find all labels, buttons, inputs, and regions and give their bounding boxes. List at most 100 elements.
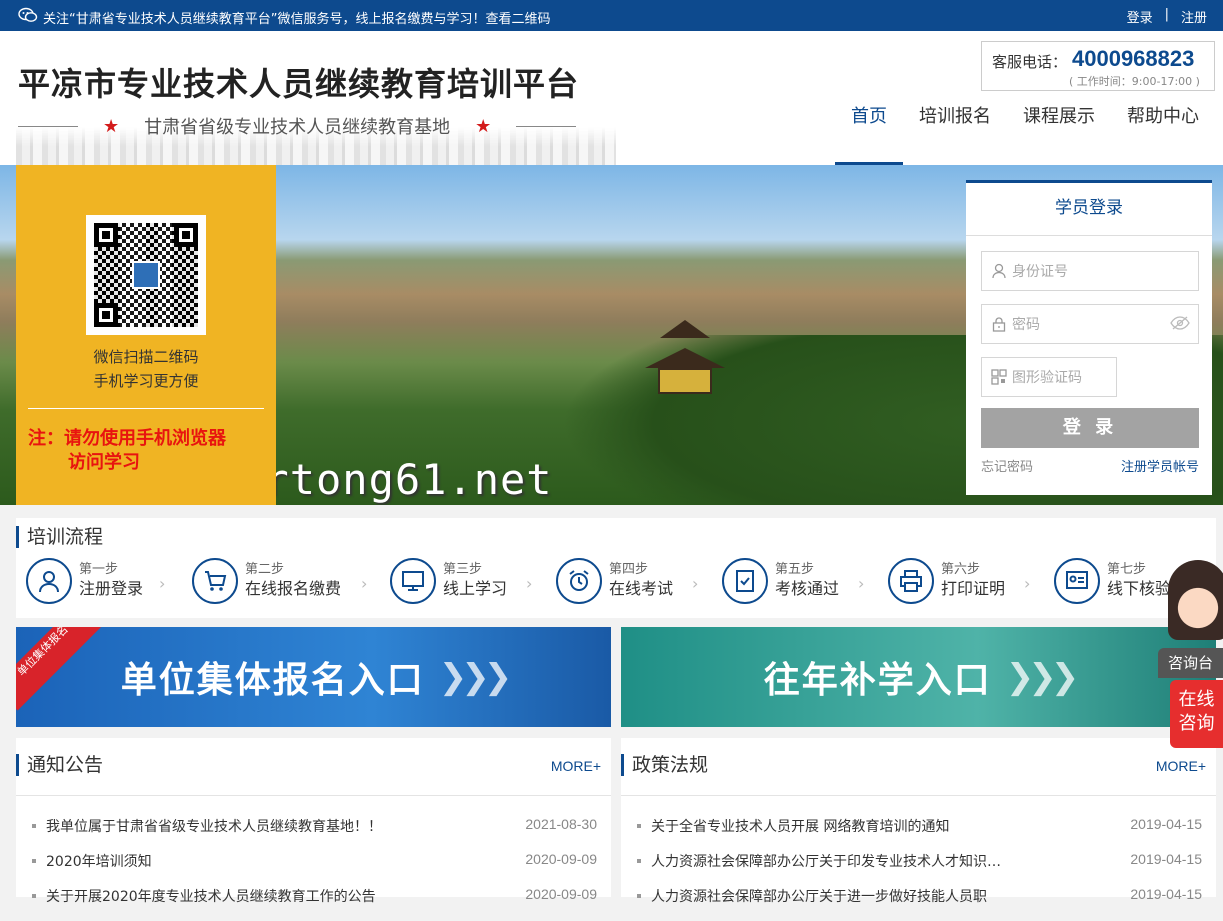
step-1[interactable]: 第一步 注册登录 bbox=[26, 558, 143, 604]
step-3[interactable]: 第三步 线上学习 bbox=[390, 558, 507, 604]
qr-caption-line2: 手机学习更方便 bbox=[93, 372, 199, 390]
wechat-icon bbox=[18, 7, 38, 27]
step-num: 第四步 bbox=[609, 562, 649, 577]
nav-help[interactable]: 帮助中心 bbox=[1111, 105, 1215, 165]
wechat-notice-text: 关注“甘肃省专业技术人员继续教育平台”微信服务号，线上报名缴费与学习！查看二维码 bbox=[43, 11, 551, 27]
step-5[interactable]: 第五步 考核通过 bbox=[722, 558, 839, 604]
service-label: 客服电话： bbox=[992, 53, 1068, 71]
login-button[interactable]: 登 录 bbox=[981, 408, 1199, 448]
subtitle-line-right bbox=[516, 125, 577, 127]
register-account-link[interactable]: 注册学员帐号 bbox=[1121, 456, 1199, 475]
step-num: 第六步 bbox=[941, 562, 981, 577]
policies-title: 政策法规 bbox=[621, 754, 708, 776]
triple-chevron-icon: ❯❯❯ bbox=[1005, 657, 1080, 697]
online-consult-line2: 咨询 bbox=[1178, 713, 1215, 734]
step-6[interactable]: 第六步 打印证明 bbox=[888, 558, 1005, 604]
policies-more-link[interactable]: MORE+ bbox=[1156, 758, 1206, 774]
online-consult-button[interactable]: 在线 咨询 bbox=[1170, 680, 1223, 748]
triple-chevron-icon: ❯❯❯ bbox=[438, 657, 513, 697]
printer-icon bbox=[888, 558, 934, 604]
top-bar: 关注“甘肃省专业技术人员继续教育平台”微信服务号，线上报名缴费与学习！查看二维码… bbox=[0, 0, 1223, 31]
qr-code bbox=[86, 215, 206, 335]
step-num: 第三步 bbox=[443, 562, 483, 577]
consult-label: 咨询台 bbox=[1158, 648, 1223, 678]
makeup-study-entry[interactable]: 往年补学入口 ❯❯❯ bbox=[621, 627, 1216, 727]
captcha-input[interactable]: 图形验证码 bbox=[981, 357, 1117, 397]
group-signup-label: 单位集体报名入口 bbox=[120, 660, 425, 701]
notice-title[interactable]: 2020年培训须知 bbox=[32, 851, 152, 886]
main-nav: 首页 培训报名 课程展示 帮助中心 bbox=[835, 105, 1215, 165]
group-signup-ribbon: 单位集体报名 bbox=[16, 627, 103, 711]
notices-title: 通知公告 bbox=[16, 754, 103, 776]
notice-date: 2021-08-30 bbox=[525, 816, 597, 832]
pavilion-image bbox=[640, 320, 730, 400]
list-item[interactable]: 我单位属于甘肃省省级专业技术人员继续教育基地！！ 2021-08-30 bbox=[32, 816, 597, 851]
step-num: 第一步 bbox=[79, 562, 119, 577]
notice-title[interactable]: 关于开展2020年度专业技术人员继续教育工作的公告 bbox=[32, 886, 376, 921]
step-7[interactable]: 第七步 线下核验 bbox=[1054, 558, 1171, 604]
step-label: 考核通过 bbox=[775, 579, 840, 598]
id-number-input[interactable]: 身份证号 bbox=[981, 251, 1199, 291]
forgot-password-link[interactable]: 忘记密码 bbox=[981, 456, 1033, 475]
list-item[interactable]: 人力资源社会保障部办公厅关于印发专业技术人才知识… 2019-04-15 bbox=[637, 851, 1202, 886]
notice-title[interactable]: 我单位属于甘肃省省级专业技术人员继续教育基地！！ bbox=[32, 816, 382, 851]
makeup-study-label: 往年补学入口 bbox=[763, 660, 992, 701]
login-box: 学员登录 身份证号 密码 图形验证码 登 录 忘记密码 注册学员帐号 bbox=[966, 180, 1212, 495]
policy-date: 2019-04-15 bbox=[1130, 816, 1202, 832]
login-title: 学员登录 bbox=[966, 183, 1212, 236]
cart-icon bbox=[192, 558, 238, 604]
policy-title[interactable]: 人力资源社会保障部办公厅关于进一步做好技能人员职 bbox=[637, 886, 987, 921]
eye-off-icon[interactable] bbox=[1170, 315, 1190, 335]
notices-more-link[interactable]: MORE+ bbox=[551, 758, 601, 774]
policy-title[interactable]: 人力资源社会保障部办公厅关于印发专业技术人才知识… bbox=[637, 851, 1001, 886]
step-num: 第二步 bbox=[245, 562, 285, 577]
consult-widget[interactable]: 咨询台 在线 咨询 bbox=[1158, 560, 1223, 750]
step-num: 第五步 bbox=[775, 562, 815, 577]
policy-title[interactable]: 关于全省专业技术人员开展 网络教育培训的通知 bbox=[637, 816, 949, 851]
process-title: 培训流程 bbox=[16, 526, 103, 548]
training-process: 培训流程 第一步 注册登录 › 第二步 在线报名缴费 › 第三步 线上学习 › 第四步… bbox=[16, 518, 1216, 618]
nav-courses[interactable]: 课程展示 bbox=[1007, 105, 1111, 165]
step-label: 注册登录 bbox=[79, 579, 144, 598]
password-input[interactable]: 密码 bbox=[981, 304, 1199, 344]
list-item[interactable]: 关于开展2020年度专业技术人员继续教育工作的公告 2020-09-09 bbox=[32, 886, 597, 921]
site-title[interactable]: 平凉市专业技术人员继续教育培训平台 bbox=[18, 59, 579, 105]
notice-date: 2020-09-09 bbox=[525, 886, 597, 902]
group-signup-entry[interactable]: 单位集体报名 单位集体报名入口 ❯❯❯ bbox=[16, 627, 611, 727]
top-register-link[interactable]: 注册 bbox=[1181, 7, 1207, 26]
password-placeholder: 密码 bbox=[1012, 317, 1040, 333]
red-star-icon: ★ bbox=[475, 115, 492, 137]
step-label: 在线考试 bbox=[609, 579, 674, 598]
service-hotline: 客服电话： 4000968823 ( 工作时间：9:00-17:00 ) bbox=[981, 41, 1215, 91]
user-icon bbox=[26, 558, 72, 604]
certificate-icon bbox=[1054, 558, 1100, 604]
user-icon bbox=[990, 262, 1008, 280]
qr-caption-line1: 微信扫描二维码 bbox=[93, 348, 199, 366]
lock-icon bbox=[990, 315, 1008, 333]
header: 平凉市专业技术人员继续教育培训平台 ★ 甘肃省省级专业技术人员继续教育基地 ★ … bbox=[0, 31, 1223, 165]
notice-date: 2020-09-09 bbox=[525, 851, 597, 867]
qr-code-icon bbox=[94, 223, 198, 327]
list-item[interactable]: 关于全省专业技术人员开展 网络教育培训的通知 2019-04-15 bbox=[637, 816, 1202, 851]
top-login-link[interactable]: 登录 bbox=[1127, 7, 1153, 26]
list-item[interactable]: 2020年培训须知 2020-09-09 bbox=[32, 851, 597, 886]
step-arrow-icon: › bbox=[1024, 574, 1031, 593]
step-4[interactable]: 第四步 在线考试 bbox=[556, 558, 673, 604]
mobile-warning-line1: 注：请勿使用手机浏览器 bbox=[28, 428, 226, 449]
qr-divider bbox=[28, 408, 264, 409]
captcha-icon bbox=[990, 368, 1008, 386]
service-phone: 4000968823 bbox=[1072, 46, 1195, 71]
step-2[interactable]: 第二步 在线报名缴费 bbox=[192, 558, 341, 604]
id-number-placeholder: 身份证号 bbox=[1012, 264, 1068, 280]
mobile-warning-line2: 访问学习 bbox=[68, 452, 140, 473]
list-item[interactable]: 人力资源社会保障部办公厅关于进一步做好技能人员职 2019-04-15 bbox=[637, 886, 1202, 921]
wechat-notice[interactable]: 关注“甘肃省专业技术人员继续教育平台”微信服务号，线上报名缴费与学习！查看二维码 bbox=[18, 7, 550, 27]
policies-panel: 政策法规 MORE+ 关于全省专业技术人员开展 网络教育培训的通知 2019-04… bbox=[621, 738, 1216, 905]
red-star-icon: ★ bbox=[103, 115, 120, 137]
nav-training-signup[interactable]: 培训报名 bbox=[903, 105, 1007, 165]
step-label: 在线报名缴费 bbox=[245, 579, 342, 598]
qr-caption: 微信扫描二维码 手机学习更方便 bbox=[16, 345, 276, 393]
policy-date: 2019-04-15 bbox=[1130, 851, 1202, 867]
step-arrow-icon: › bbox=[858, 574, 865, 593]
nav-home[interactable]: 首页 bbox=[835, 105, 903, 165]
